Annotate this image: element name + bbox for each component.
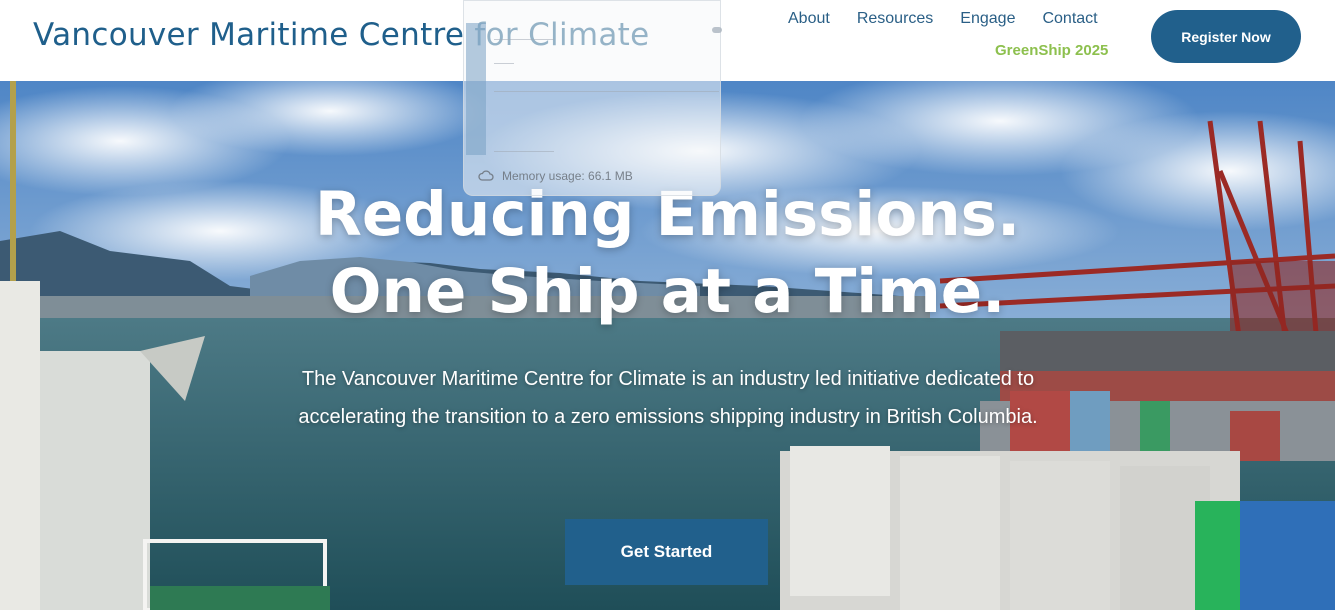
hero-description: The Vancouver Maritime Centre for Climat… xyxy=(298,368,1038,428)
hero-headline-line2: One Ship at a Time. xyxy=(329,256,1006,327)
overlay-line xyxy=(494,39,554,40)
overlay-line xyxy=(494,63,514,64)
nav-greenship-2025[interactable]: GreenShip 2025 xyxy=(995,42,1108,59)
memory-usage-text: Memory usage: 66.1 MB xyxy=(502,169,633,183)
overlay-line xyxy=(494,91,719,92)
main-nav: About Resources Engage Contact xyxy=(788,10,1098,28)
overlay-toggle xyxy=(712,27,722,33)
memory-usage-overlay: Memory usage: 66.1 MB xyxy=(463,0,722,196)
register-now-button[interactable]: Register Now xyxy=(1151,10,1301,63)
hero-headline: Reducing Emissions. One Ship at a Time. xyxy=(0,176,1335,330)
overlay-line xyxy=(494,151,554,152)
cloud-icon xyxy=(478,170,494,181)
nav-about[interactable]: About xyxy=(788,10,830,28)
nav-contact[interactable]: Contact xyxy=(1042,10,1097,28)
overlay-sidebar-bar xyxy=(466,23,486,155)
get-started-button[interactable]: Get Started xyxy=(565,519,768,585)
memory-usage-readout: Memory usage: 66.1 MB xyxy=(478,169,633,183)
nav-engage[interactable]: Engage xyxy=(960,10,1015,28)
nav-resources[interactable]: Resources xyxy=(857,10,933,28)
